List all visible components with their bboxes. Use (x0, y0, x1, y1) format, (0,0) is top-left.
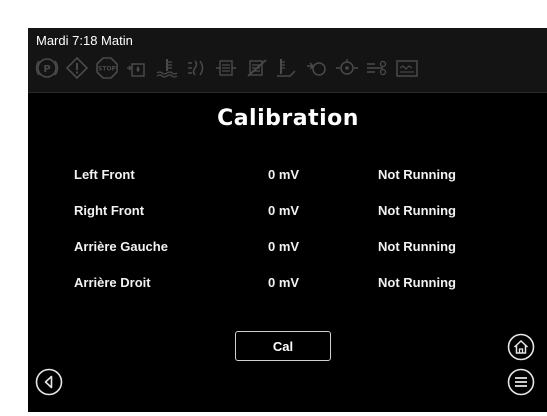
indicator-row: P STOP (34, 56, 420, 80)
transmission-icon (364, 56, 390, 80)
sensor-name: Right Front (74, 202, 145, 218)
sensor-value: 0 mV (268, 238, 300, 254)
calibration-row: Arrière Droit 0 mV Not Running (74, 264, 498, 300)
home-icon (507, 333, 535, 361)
home-button[interactable] (507, 333, 535, 361)
engine-warning-icon (334, 56, 360, 80)
calibration-row: Arrière Gauche 0 mV Not Running (74, 228, 498, 264)
cal-button[interactable]: Cal (235, 331, 331, 361)
exhaust-filter-icon (214, 56, 240, 80)
svg-text:P: P (43, 64, 50, 75)
menu-button[interactable] (507, 368, 535, 396)
status-bar: Mardi 7:18 Matin P STOP (28, 28, 547, 93)
sensor-status: Not Running (378, 166, 456, 182)
display-screen: Mardi 7:18 Matin P STOP Calibration Left… (28, 28, 547, 412)
clock: Mardi 7:18 Matin (36, 33, 133, 48)
coolant-temp-icon (154, 56, 180, 80)
exhaust-filter-disabled-icon (244, 56, 270, 80)
sensor-status: Not Running (378, 274, 456, 290)
battery-icon (394, 56, 420, 80)
calibration-table: Left Front 0 mV Not Running Right Front … (74, 156, 498, 300)
oil-pressure-icon (304, 56, 330, 80)
sensor-status: Not Running (378, 238, 456, 254)
fuel-water-icon (124, 56, 150, 80)
page-title: Calibration (217, 106, 359, 131)
calibration-row: Left Front 0 mV Not Running (74, 156, 498, 192)
sensor-name: Arrière Gauche (74, 238, 168, 254)
exhaust-temp-icon (274, 56, 300, 80)
menu-icon (507, 368, 535, 396)
sensor-name: Left Front (74, 166, 135, 182)
calibration-row: Right Front 0 mV Not Running (74, 192, 498, 228)
parking-brake-icon: P (34, 56, 60, 80)
sensor-value: 0 mV (268, 166, 300, 182)
warning-icon (64, 56, 90, 80)
intake-heater-icon (184, 56, 210, 80)
sensor-value: 0 mV (268, 202, 300, 218)
back-button[interactable] (35, 368, 63, 396)
sensor-status: Not Running (378, 202, 456, 218)
svg-text:STOP: STOP (98, 66, 117, 73)
sensor-value: 0 mV (268, 274, 300, 290)
stop-icon: STOP (94, 56, 120, 80)
back-arrow-icon (35, 368, 63, 396)
sensor-name: Arrière Droit (74, 274, 151, 290)
